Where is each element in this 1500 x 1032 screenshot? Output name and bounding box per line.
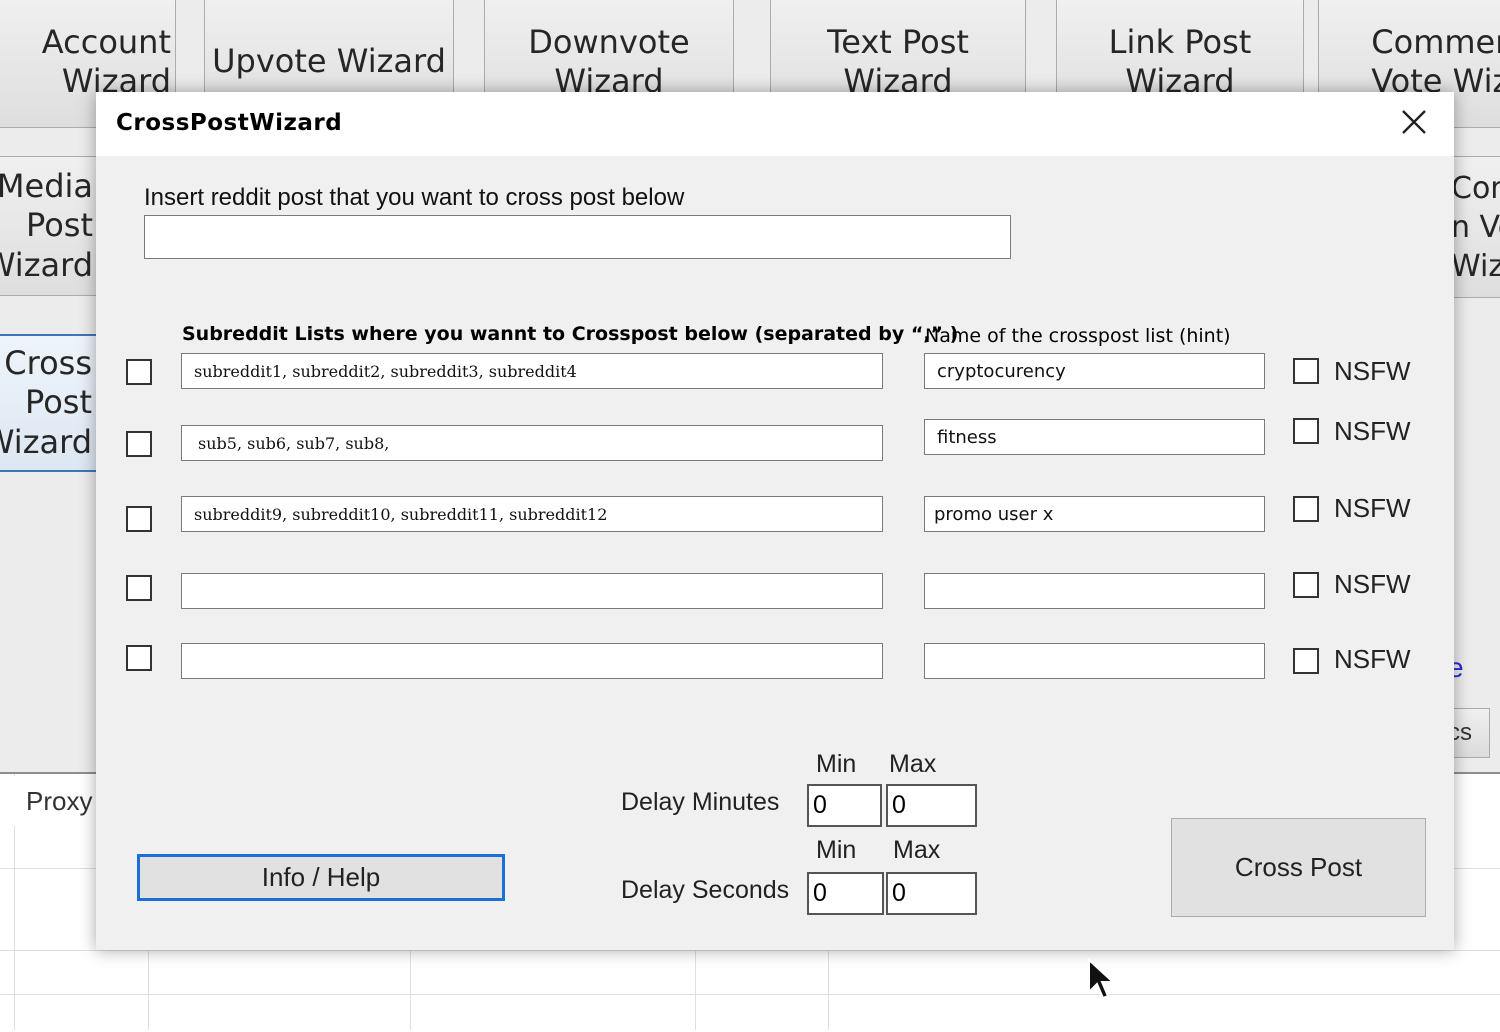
subreddit-lists-header: Subreddit Lists where you wannt to Cross… — [182, 323, 959, 345]
comments-vote-wizard-button-2[interactable]: Comments n Vote Wizard — [1448, 156, 1500, 298]
dialog-title: CrossPostWizard — [116, 110, 343, 136]
row-3-nsfw-label: NSFW — [1334, 493, 1411, 523]
row-3-select-checkbox[interactable] — [126, 506, 152, 532]
row-1-nsfw-checkbox[interactable] — [1293, 358, 1319, 384]
delay-seconds-label: Delay Seconds — [621, 876, 790, 904]
media-post-wizard-button[interactable]: Media Post Wizard — [0, 156, 98, 296]
row-5-nsfw-label: NSFW — [1334, 644, 1411, 674]
post-url-input[interactable] — [144, 215, 1011, 259]
row-1-subreddits-input[interactable] — [181, 353, 883, 389]
proxy-label: Proxy — [26, 785, 93, 816]
row-2-nsfw-checkbox[interactable] — [1293, 418, 1319, 444]
delay-minutes-max-input[interactable] — [886, 784, 977, 827]
delay-seconds-max-label: Max — [893, 836, 941, 864]
dialog-titlebar: CrossPostWizard — [96, 92, 1454, 156]
delay-minutes-max-label: Max — [889, 750, 937, 778]
row-3-list-name-input[interactable] — [924, 496, 1265, 532]
row-3-nsfw-checkbox[interactable] — [1293, 496, 1319, 522]
row-1-nsfw-label: NSFW — [1334, 356, 1411, 386]
delay-minutes-min-label: Min — [816, 750, 857, 778]
row-4-list-name-input[interactable] — [924, 573, 1265, 609]
close-icon — [1402, 110, 1426, 134]
row-2-select-checkbox[interactable] — [126, 431, 152, 457]
cross-post-button[interactable]: Cross Post — [1171, 818, 1426, 917]
row-4-subreddits-input[interactable] — [181, 573, 883, 609]
delay-seconds-min-input[interactable] — [807, 872, 884, 915]
row-2-nsfw-label: NSFW — [1334, 416, 1411, 446]
row-4-nsfw-label: NSFW — [1334, 569, 1411, 599]
list-name-header: Name of the crosspost list (hint) — [925, 325, 1231, 347]
delay-seconds-min-label: Min — [816, 836, 857, 864]
row-2-list-name-input[interactable] — [924, 419, 1265, 455]
row-5-select-checkbox[interactable] — [126, 645, 152, 671]
delay-minutes-min-input[interactable] — [807, 784, 882, 827]
row-5-list-name-input[interactable] — [924, 643, 1265, 679]
row-1-select-checkbox[interactable] — [126, 359, 152, 385]
background-small-button[interactable]: cs — [1448, 708, 1490, 758]
row-2-subreddits-input[interactable] — [181, 425, 883, 461]
row-3-subreddits-input[interactable] — [181, 496, 883, 532]
close-button[interactable] — [1390, 98, 1438, 146]
delay-seconds-max-input[interactable] — [886, 872, 977, 915]
delay-minutes-label: Delay Minutes — [621, 788, 780, 816]
row-4-select-checkbox[interactable] — [126, 575, 152, 601]
proxy-column-header: Proxy — [12, 776, 98, 826]
row-1-list-name-input[interactable] — [924, 353, 1265, 389]
post-url-label: Insert reddit post that you want to cros… — [144, 184, 685, 211]
row-4-nsfw-checkbox[interactable] — [1293, 572, 1319, 598]
cross-post-wizard-button[interactable]: Cross Post Wizard — [0, 334, 98, 472]
info-help-button[interactable]: Info / Help — [137, 854, 505, 901]
mouse-cursor-icon — [1088, 958, 1115, 1000]
row-5-nsfw-checkbox[interactable] — [1293, 648, 1319, 674]
row-5-subreddits-input[interactable] — [181, 643, 883, 679]
crosspost-wizard-dialog: CrossPostWizard Insert reddit post that … — [96, 92, 1454, 950]
